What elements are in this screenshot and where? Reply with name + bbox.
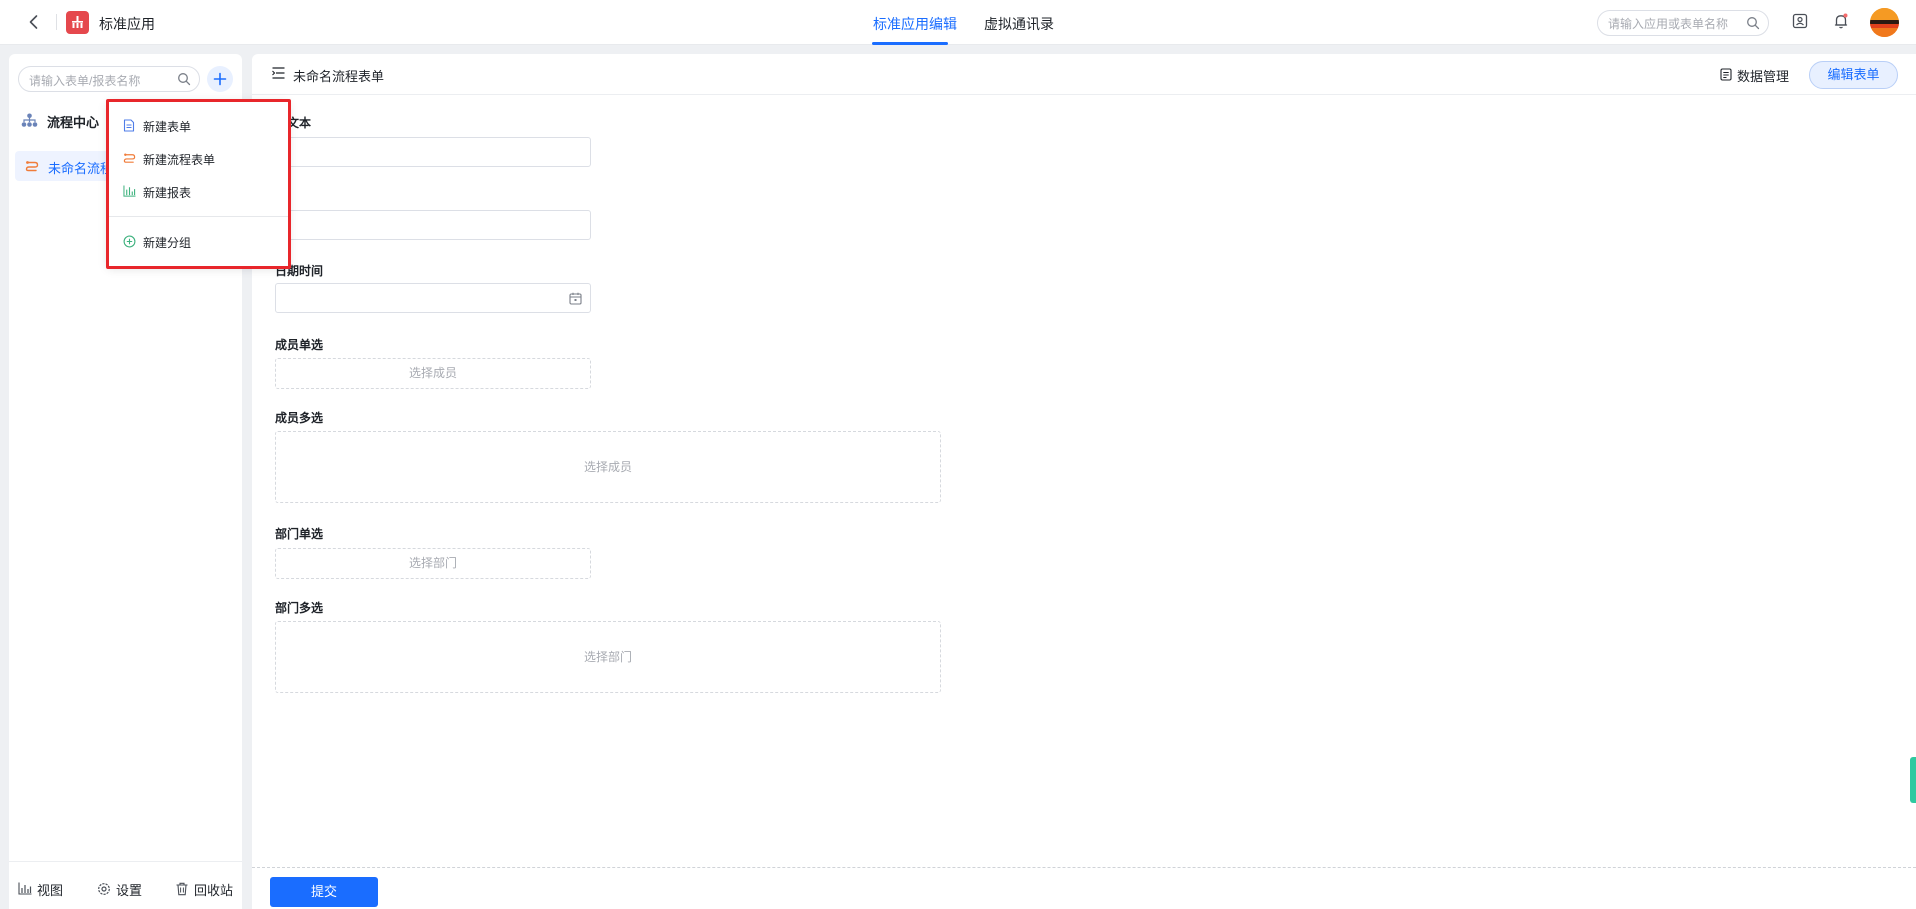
member-multi-picker[interactable]: 选择成员 [275,431,941,503]
add-circle-icon [123,235,136,248]
calendar-icon[interactable] [569,292,582,308]
dept-multi-label: 部门多选 [275,601,324,615]
menu-item-new-form[interactable]: 新建表单 [107,111,289,139]
recycle-label: 回收站 [194,883,234,898]
trash-icon [176,882,188,896]
divider [56,14,57,30]
group-label: 流程中心 [47,115,100,130]
bar-chart-icon [18,882,32,895]
menu-item-new-report[interactable]: 新建报表 [107,177,289,205]
edit-form-button[interactable]: 编辑表单 [1809,61,1898,89]
form-title: 未命名流程表单 [293,69,385,84]
form-search-input[interactable]: 请输入表单/报表名称 [18,66,200,92]
member-single-picker[interactable]: 选择成员 [275,358,591,389]
search-placeholder: 请输入表单/报表名称 [29,74,141,88]
dept-single-picker[interactable]: 选择部门 [275,548,591,579]
sidebar-footer: 视图 设置 回收站 [9,861,242,909]
data-manage-label: 数据管理 [1737,69,1790,84]
menu-item-label: 新建分组 [143,236,192,250]
flow-icon [25,160,39,175]
database-doc-icon [1720,68,1732,81]
form-canvas: 未命名流程表单 数据管理 编辑表单 行文本 z 日期时间 成员单选 选择成员 成… [252,54,1916,909]
plus-icon [213,72,227,86]
flow-icon [123,153,136,163]
back-icon[interactable] [24,12,44,32]
settings-label: 设置 [116,883,143,898]
menu-item-label: 新建表单 [143,120,192,134]
org-tree-icon [21,113,38,131]
report-chart-icon [123,185,136,197]
app-search-input[interactable]: 请输入应用或表单名称 [1597,10,1769,36]
menu-item-new-group[interactable]: 新建分组 [107,227,289,255]
tab-virtual-directory[interactable]: 虚拟通讯录 [984,14,1054,34]
menu-item-label: 新建报表 [143,186,192,200]
search-icon[interactable] [177,72,191,89]
user-avatar[interactable] [1870,8,1899,37]
number-field-input[interactable] [275,210,591,240]
footer-divider [252,867,1916,868]
app-logo-icon [66,11,89,34]
dept-single-label: 部门单选 [275,527,324,541]
bell-icon[interactable] [1832,12,1852,32]
dept-multi-picker[interactable]: 选择部门 [275,621,941,693]
submit-button[interactable]: 提交 [270,877,378,907]
view-label: 视图 [37,883,64,898]
search-icon[interactable] [1746,16,1760,33]
gear-icon [98,883,110,895]
add-button[interactable] [207,66,233,92]
active-tab-indicator [872,42,948,45]
menu-item-new-flow-form[interactable]: 新建流程表单 [107,144,289,172]
menu-divider [107,216,289,217]
menu-item-label: 新建流程表单 [143,153,216,167]
menu-list-icon[interactable] [272,67,285,82]
single-line-text-input[interactable] [275,137,591,167]
sidebar-item-label: 未命名流程 [48,161,114,176]
top-bar: 标准应用 标准应用编辑 虚拟通讯录 请输入应用或表单名称 [0,0,1916,45]
form-doc-icon [123,119,135,132]
form-header: 未命名流程表单 数据管理 编辑表单 [252,54,1916,95]
datetime-input[interactable] [275,283,591,313]
member-multi-label: 成员多选 [275,411,324,425]
tab-standard-app-edit[interactable]: 标准应用编辑 [873,14,957,34]
app-title: 标准应用 [99,16,155,32]
member-single-label: 成员单选 [275,338,324,352]
side-float-handle[interactable] [1910,757,1916,803]
search-placeholder: 请输入应用或表单名称 [1608,17,1729,31]
contact-card-icon[interactable] [1791,12,1811,32]
create-dropdown-menu: 新建表单 新建流程表单 新建报表 新建分组 [107,100,289,267]
